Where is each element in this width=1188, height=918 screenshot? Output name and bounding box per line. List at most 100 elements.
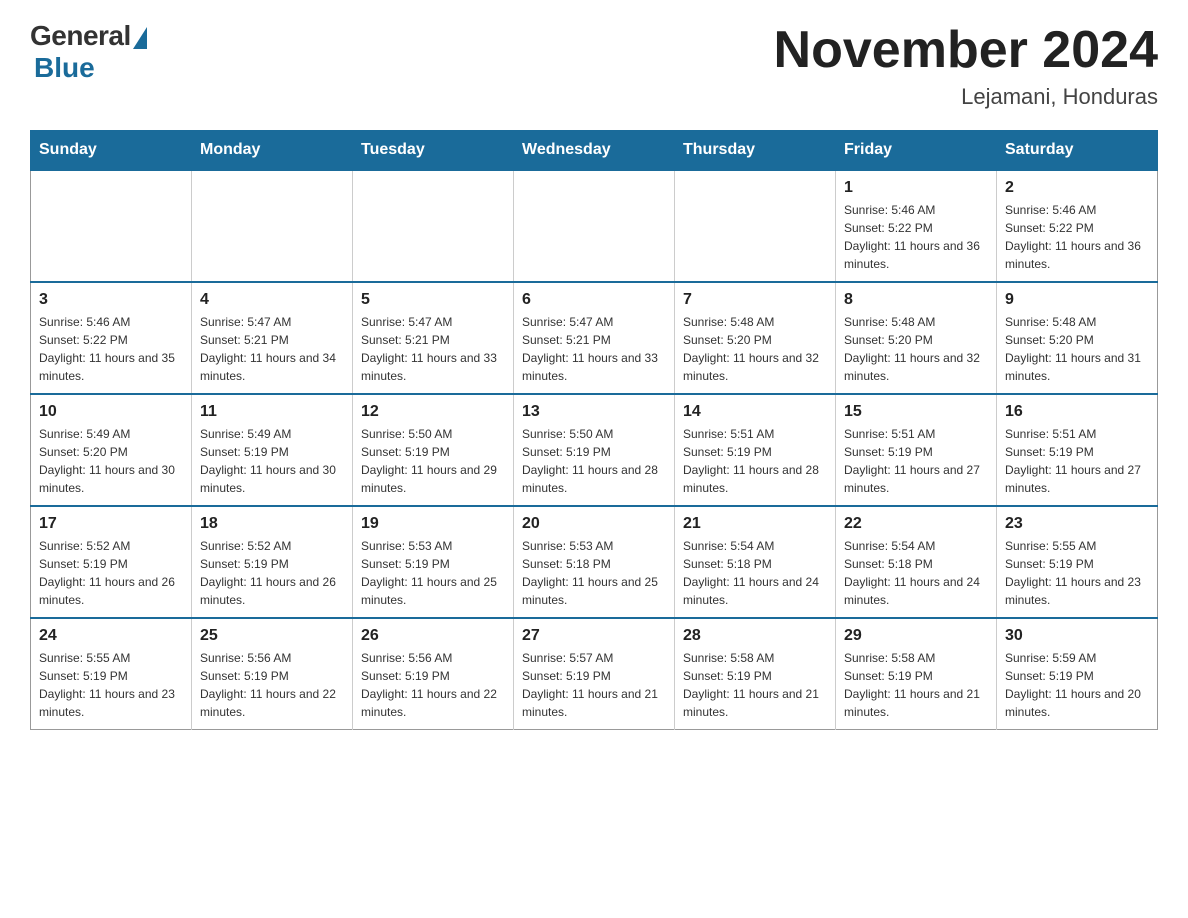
calendar-cell: 6 Sunrise: 5:47 AM Sunset: 5:21 PM Daylig… <box>514 282 675 394</box>
day-info: Sunrise: 5:51 AM Sunset: 5:19 PM Dayligh… <box>683 425 827 497</box>
column-header-sunday: Sunday <box>31 131 192 171</box>
calendar-cell <box>675 170 836 282</box>
calendar-cell: 19 Sunrise: 5:53 AM Sunset: 5:19 PM Dayli… <box>353 506 514 618</box>
day-number: 30 <box>1005 627 1149 645</box>
calendar-table: SundayMondayTuesdayWednesdayThursdayFrid… <box>30 130 1158 730</box>
calendar-cell: 28 Sunrise: 5:58 AM Sunset: 5:19 PM Dayli… <box>675 618 836 730</box>
day-info: Sunrise: 5:52 AM Sunset: 5:19 PM Dayligh… <box>39 537 183 609</box>
day-number: 23 <box>1005 515 1149 533</box>
day-number: 8 <box>844 291 988 309</box>
calendar-cell: 12 Sunrise: 5:50 AM Sunset: 5:19 PM Dayli… <box>353 394 514 506</box>
day-number: 27 <box>522 627 666 645</box>
calendar-week-2: 3Sunrise: 5:46 AM Sunset: 5:22 PM Daylig… <box>31 282 1158 394</box>
day-info: Sunrise: 5:47 AM Sunset: 5:21 PM Dayligh… <box>522 313 666 385</box>
calendar-cell: 3Sunrise: 5:46 AM Sunset: 5:22 PM Daylig… <box>31 282 192 394</box>
day-info: Sunrise: 5:56 AM Sunset: 5:19 PM Dayligh… <box>200 649 344 721</box>
day-info: Sunrise: 5:59 AM Sunset: 5:19 PM Dayligh… <box>1005 649 1149 721</box>
day-number: 15 <box>844 403 988 421</box>
calendar-cell: 13 Sunrise: 5:50 AM Sunset: 5:19 PM Dayli… <box>514 394 675 506</box>
calendar-cell: 30 Sunrise: 5:59 AM Sunset: 5:19 PM Dayli… <box>997 618 1158 730</box>
day-info: Sunrise: 5:54 AM Sunset: 5:18 PM Dayligh… <box>844 537 988 609</box>
day-info: Sunrise: 5:50 AM Sunset: 5:19 PM Dayligh… <box>361 425 505 497</box>
column-header-friday: Friday <box>836 131 997 171</box>
calendar-cell: 8 Sunrise: 5:48 AM Sunset: 5:20 PM Daylig… <box>836 282 997 394</box>
calendar-cell: 10Sunrise: 5:49 AM Sunset: 5:20 PM Dayli… <box>31 394 192 506</box>
day-number: 25 <box>200 627 344 645</box>
title-section: November 2024 Lejamani, Honduras <box>774 20 1158 110</box>
calendar-cell: 22Sunrise: 5:54 AM Sunset: 5:18 PM Dayli… <box>836 506 997 618</box>
day-number: 14 <box>683 403 827 421</box>
calendar-cell: 25 Sunrise: 5:56 AM Sunset: 5:19 PM Dayli… <box>192 618 353 730</box>
calendar-cell: 21 Sunrise: 5:54 AM Sunset: 5:18 PM Dayli… <box>675 506 836 618</box>
calendar-cell: 4Sunrise: 5:47 AM Sunset: 5:21 PM Daylig… <box>192 282 353 394</box>
day-number: 20 <box>522 515 666 533</box>
day-number: 1 <box>844 179 988 197</box>
day-info: Sunrise: 5:49 AM Sunset: 5:19 PM Dayligh… <box>200 425 344 497</box>
day-info: Sunrise: 5:54 AM Sunset: 5:18 PM Dayligh… <box>683 537 827 609</box>
day-number: 12 <box>361 403 505 421</box>
calendar-cell <box>31 170 192 282</box>
day-number: 29 <box>844 627 988 645</box>
calendar-cell <box>514 170 675 282</box>
calendar-week-5: 24Sunrise: 5:55 AM Sunset: 5:19 PM Dayli… <box>31 618 1158 730</box>
logo-blue-text: Blue <box>34 52 95 84</box>
calendar-week-1: 1 Sunrise: 5:46 AM Sunset: 5:22 PM Daylig… <box>31 170 1158 282</box>
calendar-cell: 24Sunrise: 5:55 AM Sunset: 5:19 PM Dayli… <box>31 618 192 730</box>
calendar-cell: 7Sunrise: 5:48 AM Sunset: 5:20 PM Daylig… <box>675 282 836 394</box>
day-info: Sunrise: 5:57 AM Sunset: 5:19 PM Dayligh… <box>522 649 666 721</box>
calendar-cell: 27 Sunrise: 5:57 AM Sunset: 5:19 PM Dayli… <box>514 618 675 730</box>
day-info: Sunrise: 5:46 AM Sunset: 5:22 PM Dayligh… <box>844 201 988 273</box>
day-number: 21 <box>683 515 827 533</box>
day-number: 16 <box>1005 403 1149 421</box>
calendar-cell: 20 Sunrise: 5:53 AM Sunset: 5:18 PM Dayli… <box>514 506 675 618</box>
logo-triangle-icon <box>133 27 147 49</box>
day-info: Sunrise: 5:51 AM Sunset: 5:19 PM Dayligh… <box>1005 425 1149 497</box>
calendar-cell: 17 Sunrise: 5:52 AM Sunset: 5:19 PM Dayli… <box>31 506 192 618</box>
logo: General Blue <box>30 20 147 84</box>
day-number: 13 <box>522 403 666 421</box>
day-number: 28 <box>683 627 827 645</box>
day-number: 11 <box>200 403 344 421</box>
calendar-cell: 9 Sunrise: 5:48 AM Sunset: 5:20 PM Daylig… <box>997 282 1158 394</box>
day-info: Sunrise: 5:50 AM Sunset: 5:19 PM Dayligh… <box>522 425 666 497</box>
day-info: Sunrise: 5:47 AM Sunset: 5:21 PM Dayligh… <box>361 313 505 385</box>
day-info: Sunrise: 5:46 AM Sunset: 5:22 PM Dayligh… <box>39 313 183 385</box>
day-info: Sunrise: 5:56 AM Sunset: 5:19 PM Dayligh… <box>361 649 505 721</box>
day-info: Sunrise: 5:53 AM Sunset: 5:18 PM Dayligh… <box>522 537 666 609</box>
day-number: 26 <box>361 627 505 645</box>
day-info: Sunrise: 5:48 AM Sunset: 5:20 PM Dayligh… <box>1005 313 1149 385</box>
calendar-cell: 11 Sunrise: 5:49 AM Sunset: 5:19 PM Dayli… <box>192 394 353 506</box>
calendar-cell: 14 Sunrise: 5:51 AM Sunset: 5:19 PM Dayli… <box>675 394 836 506</box>
day-number: 7 <box>683 291 827 309</box>
calendar-cell: 26 Sunrise: 5:56 AM Sunset: 5:19 PM Dayli… <box>353 618 514 730</box>
day-info: Sunrise: 5:55 AM Sunset: 5:19 PM Dayligh… <box>39 649 183 721</box>
day-info: Sunrise: 5:46 AM Sunset: 5:22 PM Dayligh… <box>1005 201 1149 273</box>
logo-general-text: General <box>30 20 131 52</box>
calendar-cell: 15 Sunrise: 5:51 AM Sunset: 5:19 PM Dayli… <box>836 394 997 506</box>
calendar-week-4: 17 Sunrise: 5:52 AM Sunset: 5:19 PM Dayli… <box>31 506 1158 618</box>
column-header-monday: Monday <box>192 131 353 171</box>
day-info: Sunrise: 5:53 AM Sunset: 5:19 PM Dayligh… <box>361 537 505 609</box>
day-info: Sunrise: 5:51 AM Sunset: 5:19 PM Dayligh… <box>844 425 988 497</box>
location-text: Lejamani, Honduras <box>774 84 1158 110</box>
day-number: 2 <box>1005 179 1149 197</box>
month-title: November 2024 <box>774 20 1158 80</box>
calendar-cell: 18Sunrise: 5:52 AM Sunset: 5:19 PM Dayli… <box>192 506 353 618</box>
day-number: 6 <box>522 291 666 309</box>
day-info: Sunrise: 5:55 AM Sunset: 5:19 PM Dayligh… <box>1005 537 1149 609</box>
day-info: Sunrise: 5:48 AM Sunset: 5:20 PM Dayligh… <box>844 313 988 385</box>
day-number: 9 <box>1005 291 1149 309</box>
calendar-cell: 23 Sunrise: 5:55 AM Sunset: 5:19 PM Dayli… <box>997 506 1158 618</box>
calendar-cell: 2 Sunrise: 5:46 AM Sunset: 5:22 PM Daylig… <box>997 170 1158 282</box>
page-header: General Blue November 2024 Lejamani, Hon… <box>30 20 1158 110</box>
calendar-cell: 29Sunrise: 5:58 AM Sunset: 5:19 PM Dayli… <box>836 618 997 730</box>
calendar-week-3: 10Sunrise: 5:49 AM Sunset: 5:20 PM Dayli… <box>31 394 1158 506</box>
calendar-cell: 1 Sunrise: 5:46 AM Sunset: 5:22 PM Daylig… <box>836 170 997 282</box>
day-info: Sunrise: 5:58 AM Sunset: 5:19 PM Dayligh… <box>683 649 827 721</box>
day-info: Sunrise: 5:49 AM Sunset: 5:20 PM Dayligh… <box>39 425 183 497</box>
calendar-cell: 16 Sunrise: 5:51 AM Sunset: 5:19 PM Dayli… <box>997 394 1158 506</box>
column-header-thursday: Thursday <box>675 131 836 171</box>
calendar-cell: 5Sunrise: 5:47 AM Sunset: 5:21 PM Daylig… <box>353 282 514 394</box>
day-number: 17 <box>39 515 183 533</box>
day-number: 19 <box>361 515 505 533</box>
